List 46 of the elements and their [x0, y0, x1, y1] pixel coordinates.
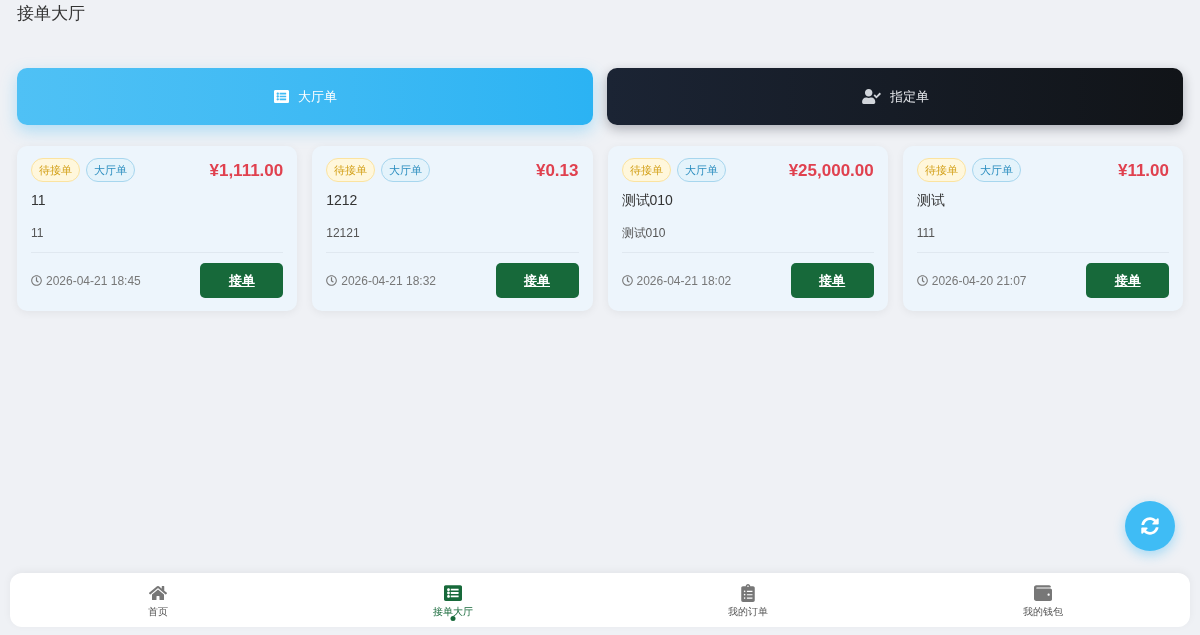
list-icon — [273, 89, 289, 104]
accept-button[interactable]: 接单 — [1086, 263, 1169, 298]
page-title: 接单大厅 — [17, 3, 85, 24]
clock-icon — [621, 275, 633, 286]
order-price: ¥1,111.00 — [209, 161, 284, 179]
user-check-icon — [861, 89, 881, 104]
order-price: ¥0.13 — [535, 161, 579, 179]
order-title: 1212 — [326, 191, 359, 209]
order-time: 2026-04-21 18:45 — [46, 272, 141, 290]
clock-icon — [31, 275, 42, 286]
status-tag: 待接单 — [31, 158, 80, 182]
order-time: 2026-04-21 18:32 — [341, 272, 436, 290]
order-time: 2026-04-21 18:02 — [636, 272, 732, 290]
status-tag: 待接单 — [326, 158, 376, 182]
status-tag: 待接单 — [916, 158, 966, 182]
refresh-button[interactable] — [1125, 501, 1175, 551]
order-price: ¥25,000.00 — [788, 161, 874, 179]
accept-button[interactable]: 接单 — [200, 263, 284, 298]
list-icon — [443, 584, 462, 602]
clipboard-icon — [738, 584, 757, 602]
clock-icon — [326, 275, 338, 286]
accept-button[interactable]: 接单 — [790, 263, 874, 298]
order-title: 测试010 — [621, 191, 674, 209]
accept-button[interactable]: 接单 — [495, 263, 579, 298]
order-type-tag: 大厅单 — [676, 158, 726, 182]
order-time: 2026-04-20 21:07 — [931, 272, 1027, 290]
order-type-tag: 大厅单 — [381, 158, 431, 182]
order-price: ¥11.00 — [1117, 161, 1169, 179]
nav-tab[interactable]: 接单大厅 — [305, 573, 600, 627]
order-description: 测试010 — [621, 225, 667, 242]
wallet-icon — [1033, 584, 1052, 602]
order-type-tag: 大厅单 — [86, 158, 135, 182]
order-title: 测试 — [916, 191, 946, 209]
refresh-icon — [1141, 517, 1159, 535]
order-type-tag: 大厅单 — [971, 158, 1021, 182]
order-description: 12121 — [326, 225, 361, 242]
clock-icon — [916, 275, 928, 286]
nav-tab[interactable]: 首页 — [10, 573, 305, 627]
order-description: 111 — [916, 225, 936, 242]
tab[interactable]: 指定单 — [607, 68, 1183, 125]
order-description: 11 — [31, 225, 45, 242]
status-tag: 待接单 — [621, 158, 671, 182]
nav-tab[interactable]: 我的钱包 — [895, 573, 1190, 627]
order-title: 11 — [31, 191, 47, 209]
nav-tab[interactable]: 我的订单 — [600, 573, 895, 627]
home-icon — [148, 584, 167, 602]
